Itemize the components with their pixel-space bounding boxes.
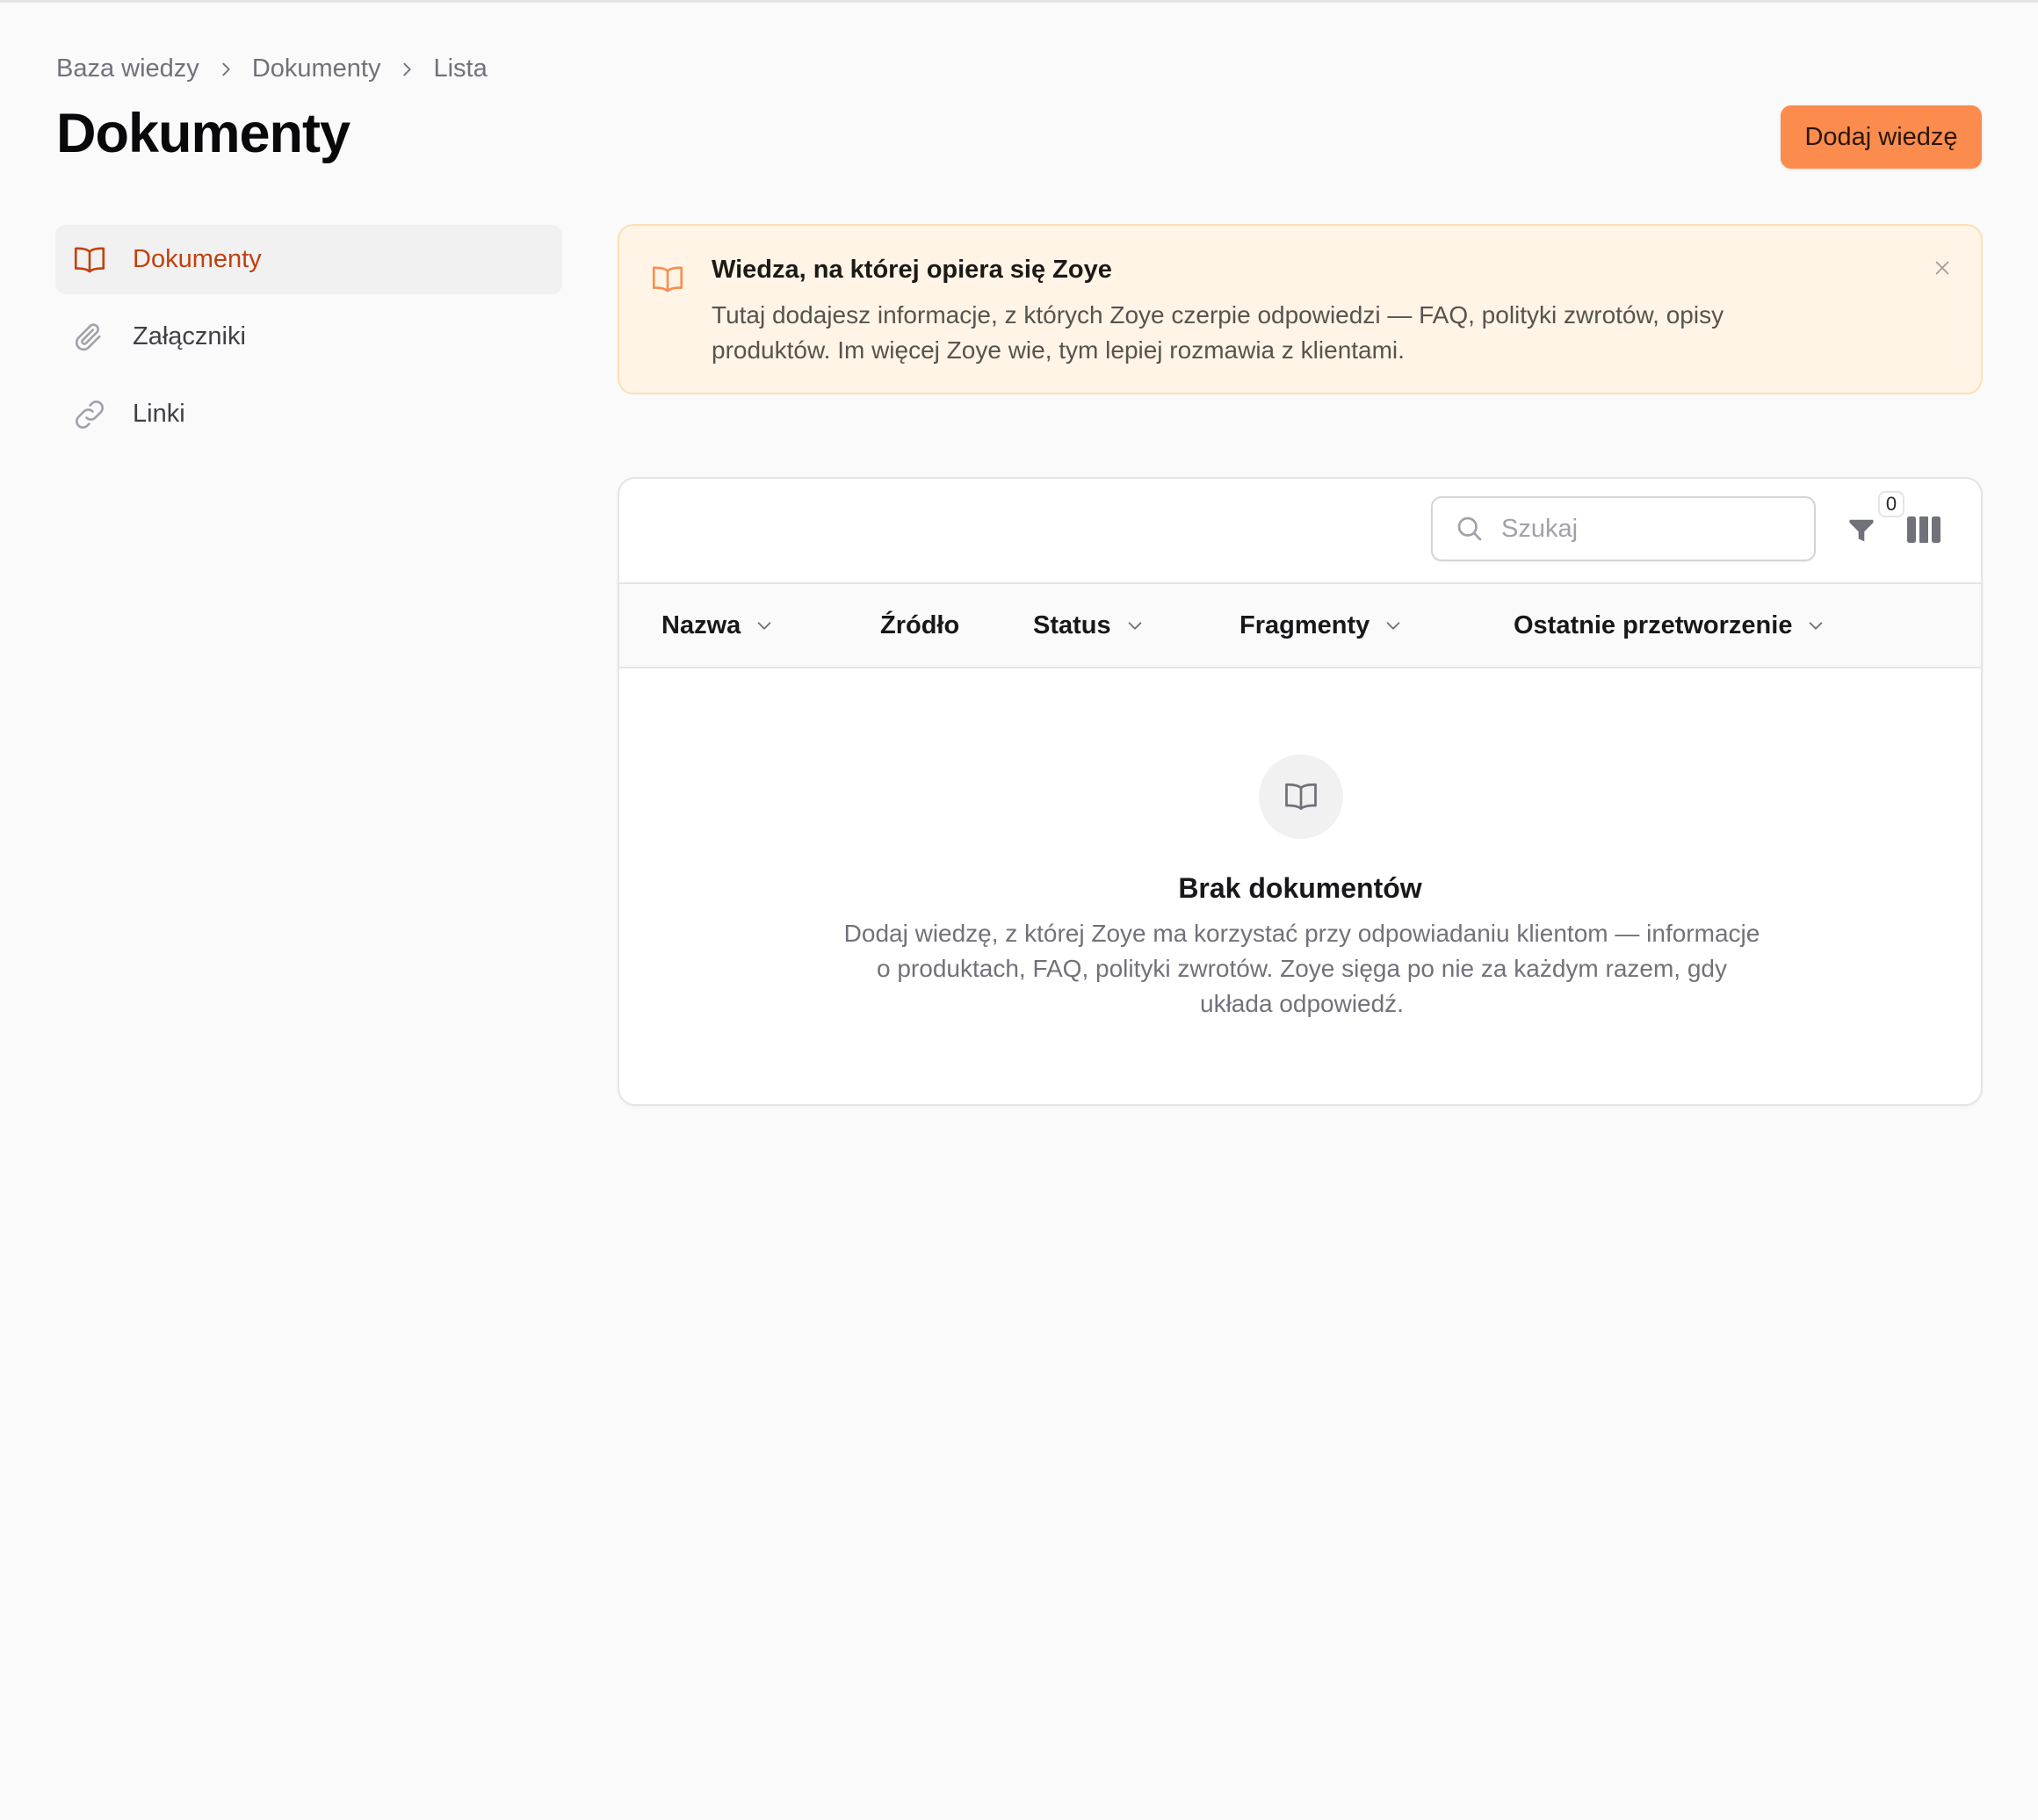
chevron-down-icon xyxy=(1810,622,1823,630)
column-header-source: Źródło xyxy=(880,610,960,639)
column-header-fragments[interactable]: Fragmenty xyxy=(1239,584,1403,667)
top-border xyxy=(0,0,2038,3)
sidebar: Dokumenty Załączniki Linki xyxy=(55,225,562,457)
add-knowledge-button[interactable]: Dodaj wiedzę xyxy=(1781,105,1982,169)
breadcrumb-item-knowledge-base[interactable]: Baza wiedzy xyxy=(56,54,199,83)
paperclip-icon xyxy=(71,319,108,356)
chevron-right-icon xyxy=(199,60,252,79)
chevron-right-icon xyxy=(380,60,433,79)
columns-icon[interactable] xyxy=(1907,514,1940,545)
sidebar-item-attachments[interactable]: Załączniki xyxy=(55,302,562,372)
column-header-status[interactable]: Status xyxy=(1033,584,1145,667)
banner-text: Tutaj dodajesz informacje, z których Zoy… xyxy=(712,301,1724,364)
book-open-icon xyxy=(652,266,683,292)
documents-table-card: 0 Nazwa Źródło Status Fragmenty Ostatnie… xyxy=(618,477,1983,1106)
sidebar-item-label: Linki xyxy=(133,400,185,428)
search-box xyxy=(1431,496,1816,561)
sidebar-item-label: Załączniki xyxy=(133,322,246,350)
empty-state-icon-wrapper xyxy=(1259,755,1343,839)
sidebar-item-documents[interactable]: Dokumenty xyxy=(55,225,562,294)
table-header: Nazwa Źródło Status Fragmenty Ostatnie p… xyxy=(619,582,1981,668)
book-open-icon xyxy=(1285,783,1317,811)
breadcrumb: Baza wiedzy Dokumenty Lista xyxy=(56,54,488,83)
link-icon xyxy=(71,396,108,433)
page-title: Dokumenty xyxy=(56,103,351,164)
sidebar-item-label: Dokumenty xyxy=(133,245,262,273)
column-header-last-processed[interactable]: Ostatnie przetworzenie xyxy=(1514,584,1825,667)
empty-state-title: Brak dokumentów xyxy=(1178,872,1422,904)
empty-state-text: Dodaj wiedzę, z której Zoye ma korzystać… xyxy=(843,920,1760,1017)
breadcrumb-item-list: Lista xyxy=(433,54,488,83)
search-icon xyxy=(1457,516,1482,541)
filter-count-badge: 0 xyxy=(1878,491,1904,517)
close-icon[interactable] xyxy=(1930,256,1955,280)
column-header-name[interactable]: Nazwa xyxy=(661,584,774,667)
sidebar-item-links[interactable]: Linki xyxy=(55,379,562,449)
book-open-icon xyxy=(71,242,108,278)
search-input[interactable] xyxy=(1501,514,1800,544)
filter-icon[interactable] xyxy=(1845,512,1878,547)
chevron-down-icon xyxy=(1386,622,1400,630)
info-banner: Wiedza, na której opiera się Zoye Tutaj … xyxy=(618,224,1983,394)
chevron-down-icon xyxy=(757,622,771,630)
chevron-down-icon xyxy=(1128,622,1141,630)
banner-title: Wiedza, na której opiera się Zoye xyxy=(712,256,1112,284)
breadcrumb-item-documents[interactable]: Dokumenty xyxy=(252,54,381,83)
